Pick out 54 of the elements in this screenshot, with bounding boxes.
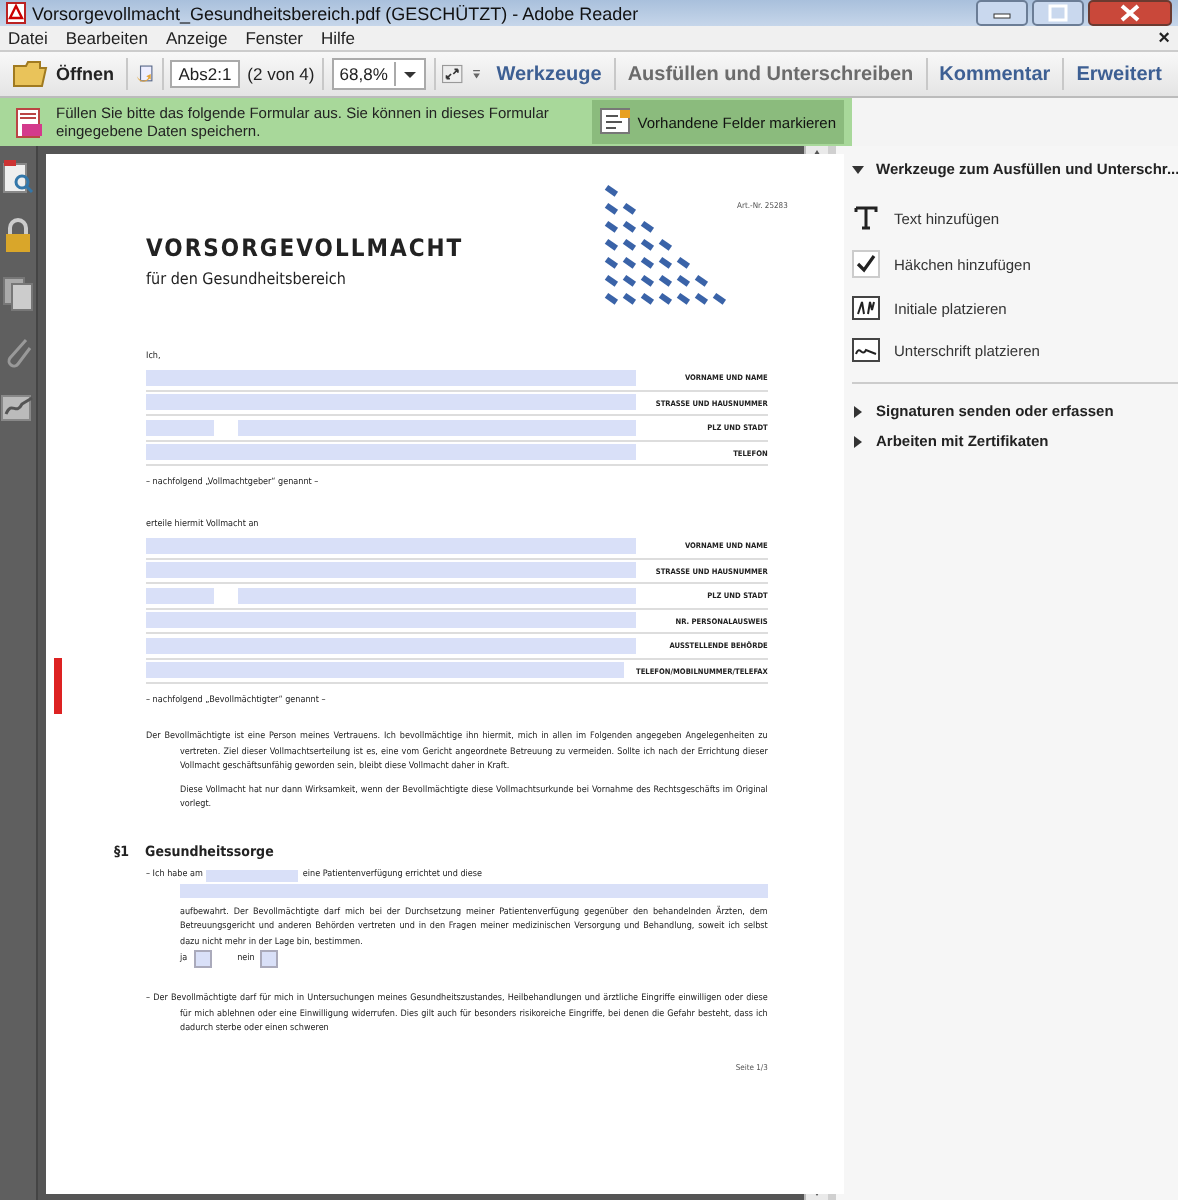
close-button[interactable] xyxy=(1088,0,1172,26)
page-search-icon[interactable] xyxy=(2,160,34,196)
input-field[interactable] xyxy=(146,369,636,386)
maximize-button[interactable] xyxy=(1032,0,1084,26)
input-field[interactable] xyxy=(146,612,636,629)
logo-mark xyxy=(54,658,62,714)
collapsed-triangle-icon xyxy=(852,405,864,417)
input-field[interactable] xyxy=(180,883,768,897)
window-title: Vorsorgevollmacht_Gesundheitsbereich.pdf (GESCHÜTZT) - Adobe Reader xyxy=(32,3,641,23)
input-field[interactable] xyxy=(146,537,636,554)
document-subtitle: für den Gesundheitsbereich xyxy=(146,270,348,288)
expanded-triangle-icon xyxy=(852,163,864,175)
collapsed-triangle-icon xyxy=(852,435,864,447)
page-number-field[interactable]: Abs2:1 xyxy=(170,60,240,88)
customize-toolbar-icon[interactable] xyxy=(471,64,481,84)
input-field[interactable] xyxy=(238,419,636,436)
menu-item[interactable]: Bearbeiten xyxy=(65,28,148,48)
paperclip-icon[interactable] xyxy=(2,334,34,370)
input-field[interactable] xyxy=(146,587,214,604)
initials-icon xyxy=(852,296,880,320)
open-button[interactable]: Öffnen xyxy=(8,60,118,88)
toolbar-tab[interactable]: Erweitert xyxy=(1068,63,1170,85)
menu-item[interactable]: Fenster xyxy=(245,28,304,48)
form-icon xyxy=(16,104,44,140)
pdf-icon xyxy=(6,2,26,24)
toolbar-tab[interactable]: Werkzeuge xyxy=(488,63,610,85)
signature-tool-icon xyxy=(852,338,880,362)
lock-icon[interactable] xyxy=(4,218,32,254)
close-document-button[interactable]: × xyxy=(1158,27,1170,49)
signature-icon[interactable] xyxy=(0,392,36,424)
document-title: VORSORGEVOLLMACHT xyxy=(146,234,464,262)
text-tool-icon xyxy=(852,204,880,232)
menu-item[interactable]: Anzeige xyxy=(165,28,228,48)
input-field[interactable] xyxy=(146,444,636,461)
form-fields-icon xyxy=(599,108,632,136)
input-field[interactable] xyxy=(146,394,636,411)
page-count: (2 von 4) xyxy=(247,64,315,84)
input-field[interactable] xyxy=(146,562,636,579)
input-field[interactable] xyxy=(238,587,636,604)
menu-item[interactable]: Hilfe xyxy=(321,28,356,48)
yes-checkbox[interactable] xyxy=(193,950,212,968)
checkmark-icon xyxy=(852,250,880,278)
input-field[interactable] xyxy=(146,662,624,679)
minimize-button[interactable] xyxy=(976,0,1028,26)
no-checkbox[interactable] xyxy=(260,950,279,968)
menu-item[interactable]: Datei xyxy=(8,28,48,48)
toolbar-tab[interactable]: Kommentar xyxy=(931,63,1059,85)
folder-icon xyxy=(12,60,48,88)
date-field[interactable] xyxy=(206,869,299,881)
input-field[interactable] xyxy=(146,419,214,436)
toolbar-tab[interactable]: Ausfüllen und Unterschreiben xyxy=(619,63,922,85)
zoom-dropdown[interactable]: 68,8% xyxy=(331,58,426,90)
input-field[interactable] xyxy=(146,637,636,654)
pages-icon[interactable] xyxy=(2,276,34,312)
